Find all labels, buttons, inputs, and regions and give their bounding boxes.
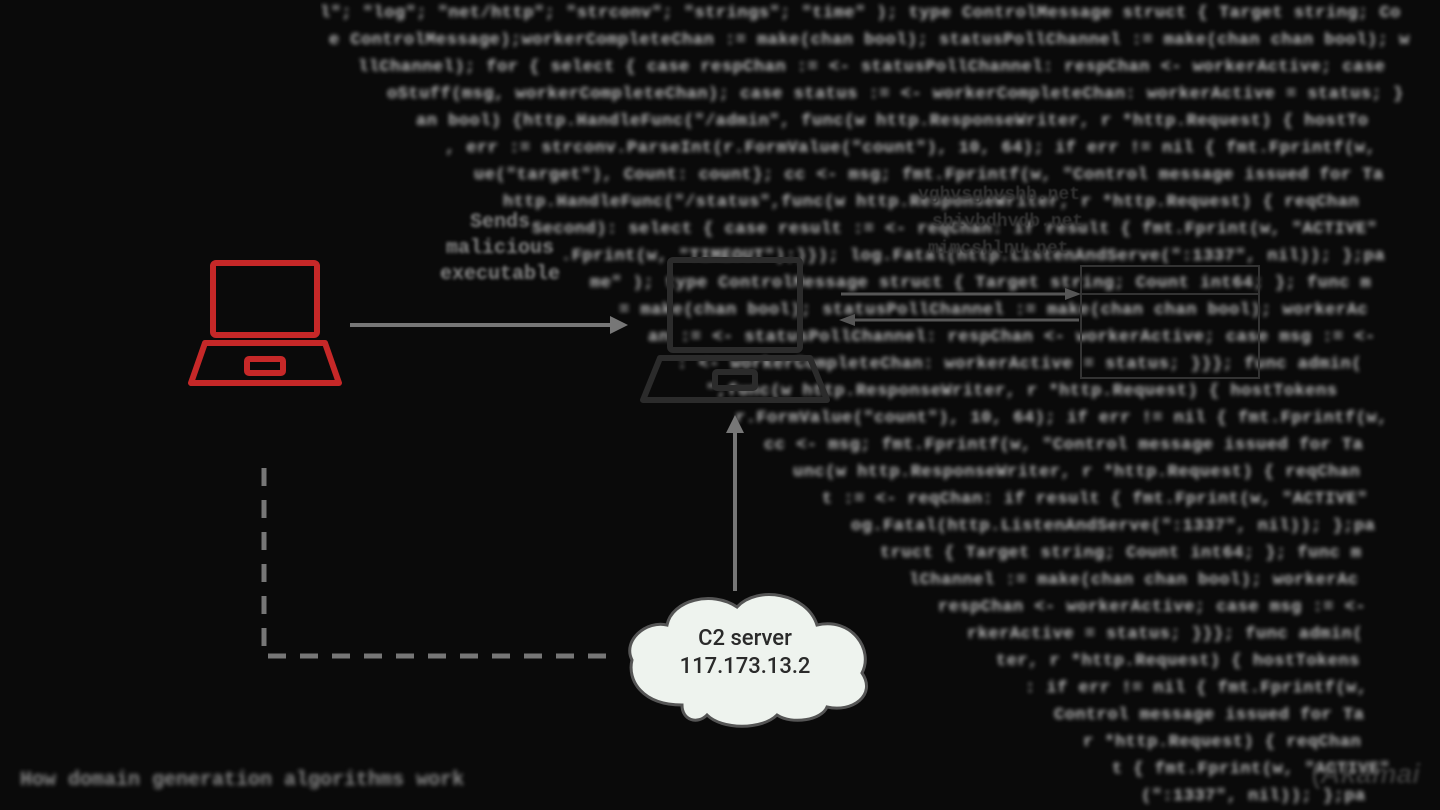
arrow-victim-to-browser [835, 280, 1085, 340]
arrow-label-sends: Sendsmaliciousexecutable [430, 210, 570, 288]
browser-window-icon [1080, 265, 1260, 379]
dga-domain-2: mimcshlnu.net [928, 239, 1068, 259]
dga-domain-0: vghvsghvshb.net [918, 185, 1080, 205]
attacker-laptop-icon [185, 255, 345, 395]
c2-title: C2 server [655, 625, 835, 653]
brand-logo: (Akamai [1311, 758, 1420, 790]
dga-domain-1: shivbdhvdb.net [932, 212, 1083, 232]
figure-caption: How domain generation algorithms work [20, 769, 464, 792]
victim-laptop-icon [635, 250, 835, 410]
dashed-connector [260, 400, 630, 680]
arrow-c2-to-victim [720, 415, 750, 595]
arrow-attacker-to-victim [350, 310, 630, 340]
c2-ip: 117.173.13.2 [655, 653, 835, 681]
c2-cloud-label: C2 server 117.173.13.2 [655, 625, 835, 681]
